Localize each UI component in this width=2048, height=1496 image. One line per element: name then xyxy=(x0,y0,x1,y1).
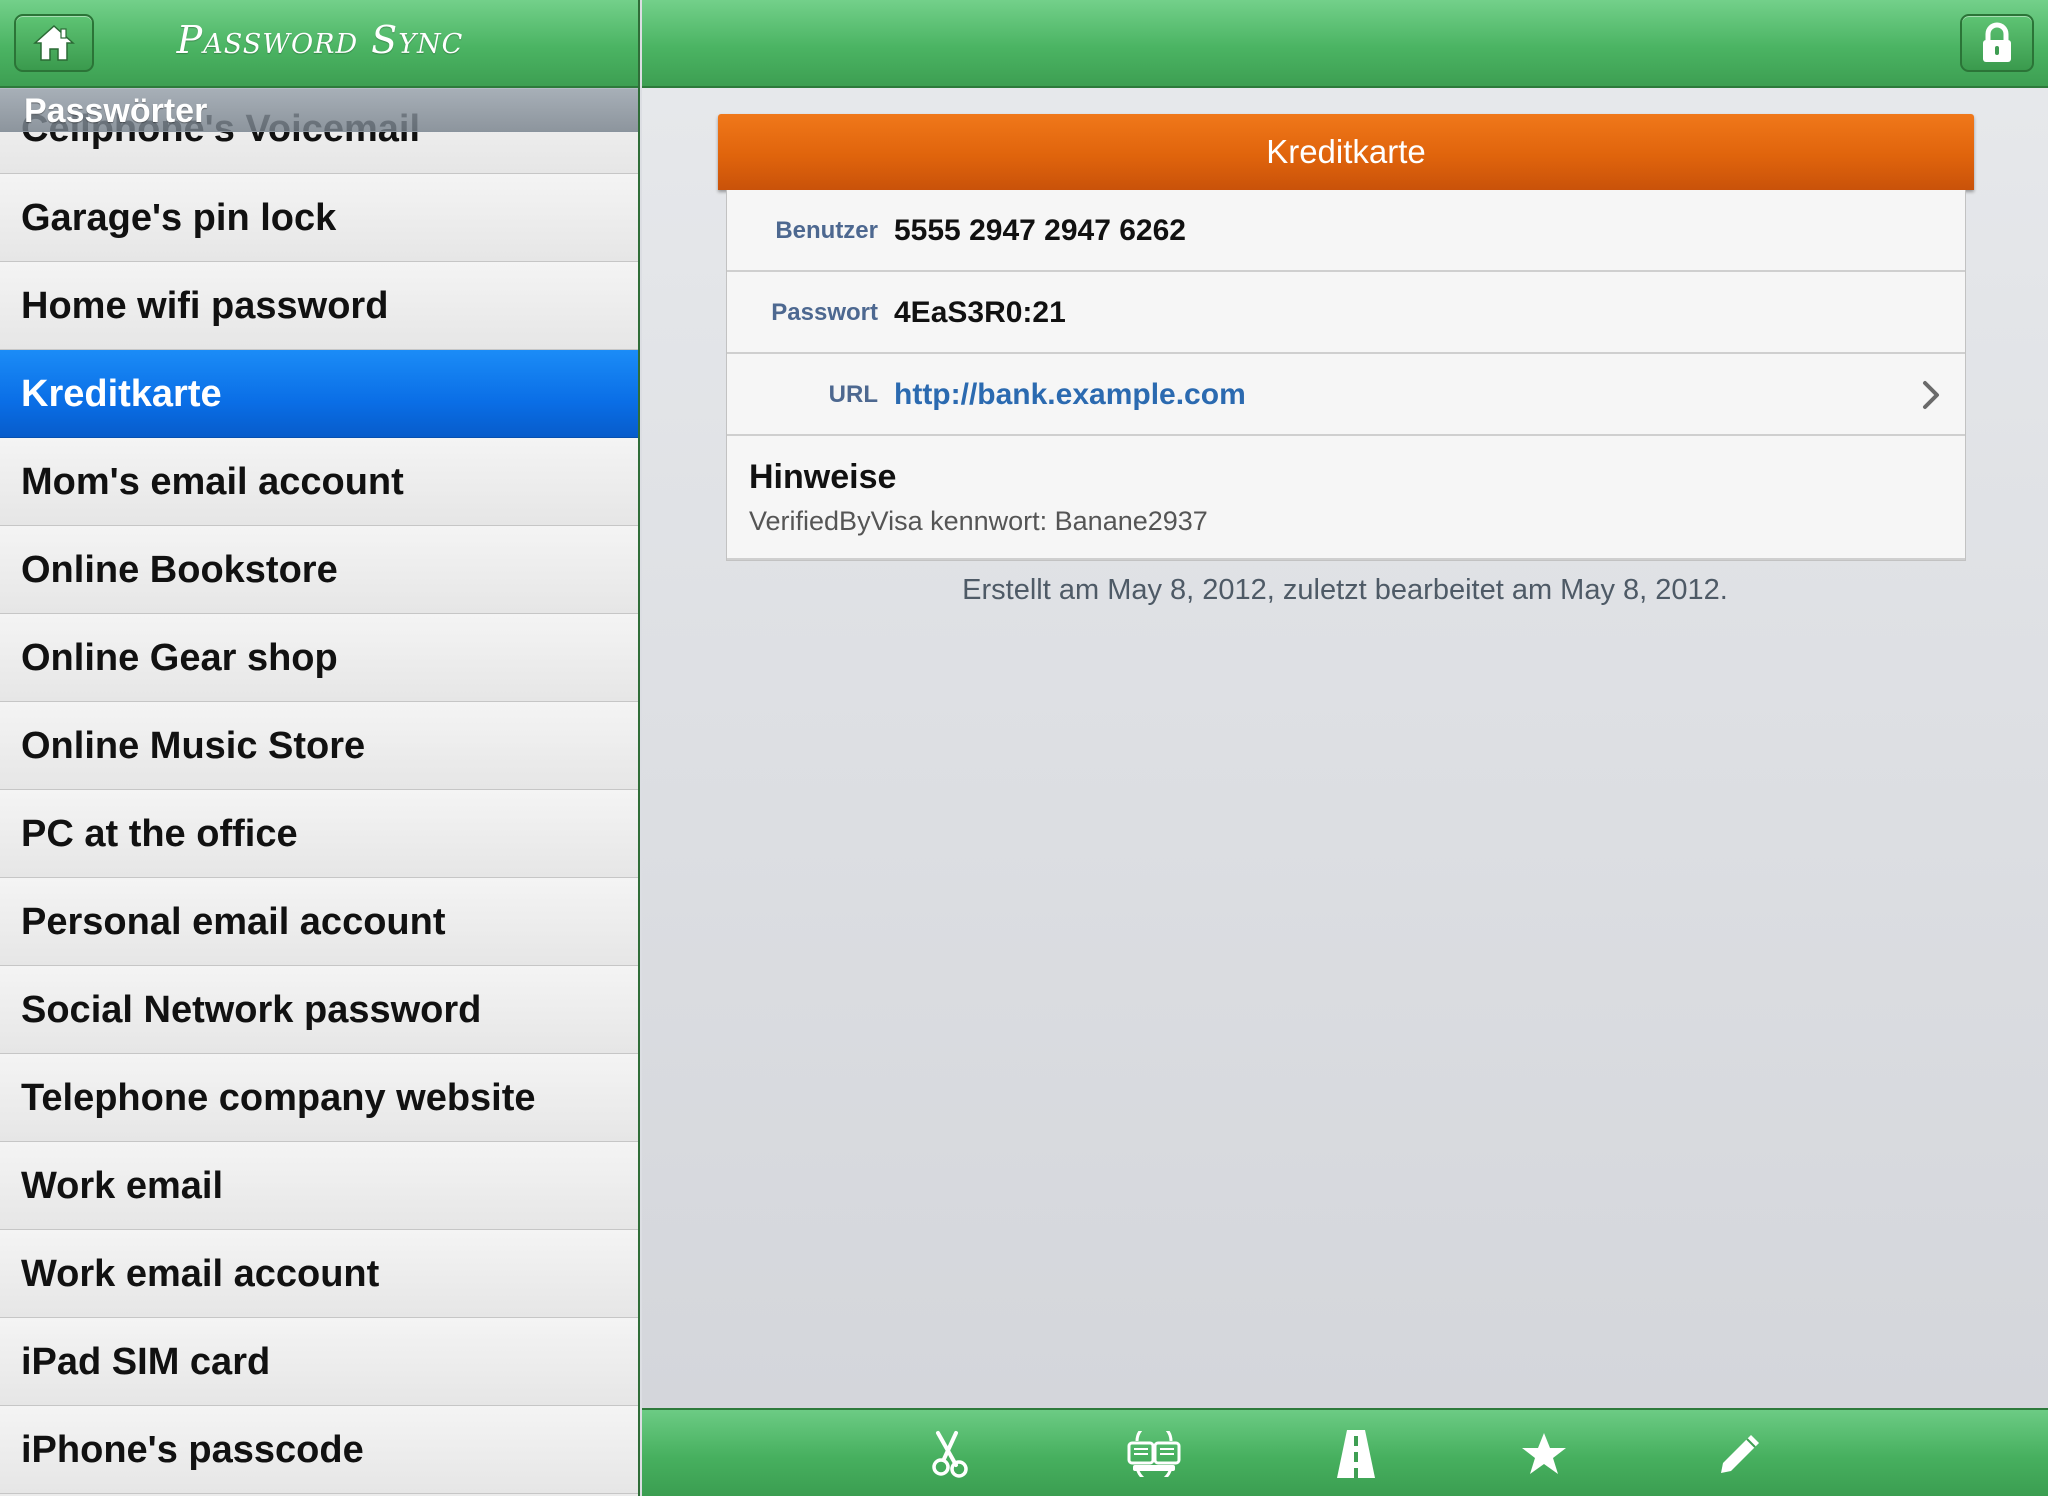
password-label: Passwort xyxy=(771,299,878,326)
password-list[interactable]: Cellphone's Voicemail Garage's pin lock … xyxy=(0,88,638,1494)
list-item[interactable]: PC at the office xyxy=(0,790,638,878)
user-value[interactable]: 5555 2947 2947 6262 xyxy=(894,190,1186,272)
favorite-button[interactable] xyxy=(1512,1424,1576,1484)
notes-text: VerifiedByVisa kennwort: Banane2937 xyxy=(749,506,1208,536)
list-item-label: iPhone's passcode xyxy=(21,1429,364,1471)
detail-navigation-bar xyxy=(642,0,2048,88)
url-link[interactable]: http://bank.example.com xyxy=(894,354,1246,436)
password-row[interactable]: Passwort 4EaS3R0:21 xyxy=(727,272,1965,354)
url-label: URL xyxy=(828,381,878,408)
lock-icon xyxy=(1983,22,2011,62)
list-item-label: Home wifi password xyxy=(21,285,389,327)
section-header-label: Passwörter xyxy=(24,92,208,130)
list-item-label: PC at the office xyxy=(21,813,298,855)
list-item-label: Kreditkarte xyxy=(21,373,222,415)
list-item-label: Work email xyxy=(21,1165,224,1207)
chevron-right-icon[interactable] xyxy=(1917,378,1947,412)
detail-pane: Kreditkarte Benutzer 5555 2947 2947 6262… xyxy=(642,88,2048,1408)
list-item-selected[interactable]: Kreditkarte xyxy=(0,350,638,438)
list-item[interactable]: Work email account xyxy=(0,1230,638,1318)
list-item-label: Online Music Store xyxy=(21,725,366,767)
list-item-label: Garage's pin lock xyxy=(21,197,337,239)
section-header: Passwörter xyxy=(0,88,638,132)
list-item-label: iPad SIM card xyxy=(21,1341,271,1383)
password-value[interactable]: 4EaS3R0:21 xyxy=(894,272,1066,354)
list-item-label: Telephone company website xyxy=(21,1077,536,1119)
list-item-label: Work email account xyxy=(21,1253,380,1295)
list-item[interactable]: Online Music Store xyxy=(0,702,638,790)
list-item[interactable]: Garage's pin lock xyxy=(0,174,638,262)
edit-button[interactable] xyxy=(1708,1424,1772,1484)
cut-button[interactable] xyxy=(918,1424,982,1484)
sync-icon xyxy=(1127,1431,1181,1477)
master-pane: Cellphone's Voicemail Garage's pin lock … xyxy=(0,0,640,1496)
list-item[interactable]: Mom's email account xyxy=(0,438,638,526)
road-icon xyxy=(1337,1430,1375,1478)
timestamp-text: Erstellt am May 8, 2012, zuletzt bearbei… xyxy=(962,574,1728,606)
entry-card: Benutzer 5555 2947 2947 6262 Passwort 4E… xyxy=(726,190,1966,561)
user-label: Benutzer xyxy=(775,217,878,244)
list-item[interactable]: Online Bookstore xyxy=(0,526,638,614)
list-item[interactable]: Work email xyxy=(0,1142,638,1230)
list-item-label: Online Gear shop xyxy=(21,637,338,679)
list-item[interactable]: Online Gear shop xyxy=(0,614,638,702)
app-title: Password Sync xyxy=(176,18,464,62)
scissors-icon xyxy=(932,1431,968,1478)
list-item-label: Online Bookstore xyxy=(21,549,338,591)
list-item[interactable]: Personal email account xyxy=(0,878,638,966)
list-item[interactable]: iPhone's passcode xyxy=(0,1406,638,1494)
notes-title: Hinweise xyxy=(749,458,897,496)
bottom-toolbar xyxy=(642,1408,2048,1496)
list-item[interactable]: Social Network password xyxy=(0,966,638,1054)
list-item-label: Personal email account xyxy=(21,901,446,943)
list-item[interactable]: iPad SIM card xyxy=(0,1318,638,1406)
left-navigation-bar: Password Sync xyxy=(0,0,638,88)
road-button[interactable] xyxy=(1324,1424,1388,1484)
list-item[interactable]: Telephone company website xyxy=(0,1054,638,1142)
notes-section: Hinweise VerifiedByVisa kennwort: Banane… xyxy=(727,436,1965,560)
list-item-label: Social Network password xyxy=(21,989,482,1031)
pencil-icon xyxy=(1721,1435,1759,1473)
sync-button[interactable] xyxy=(1122,1424,1186,1484)
user-row[interactable]: Benutzer 5555 2947 2947 6262 xyxy=(727,190,1965,272)
lock-button[interactable] xyxy=(1960,14,2034,72)
url-row[interactable]: URL http://bank.example.com xyxy=(727,354,1965,436)
entry-title-header: Kreditkarte xyxy=(718,114,1974,190)
list-item-label: Mom's email account xyxy=(21,461,404,503)
list-item[interactable]: Home wifi password xyxy=(0,262,638,350)
star-icon xyxy=(1522,1433,1566,1474)
